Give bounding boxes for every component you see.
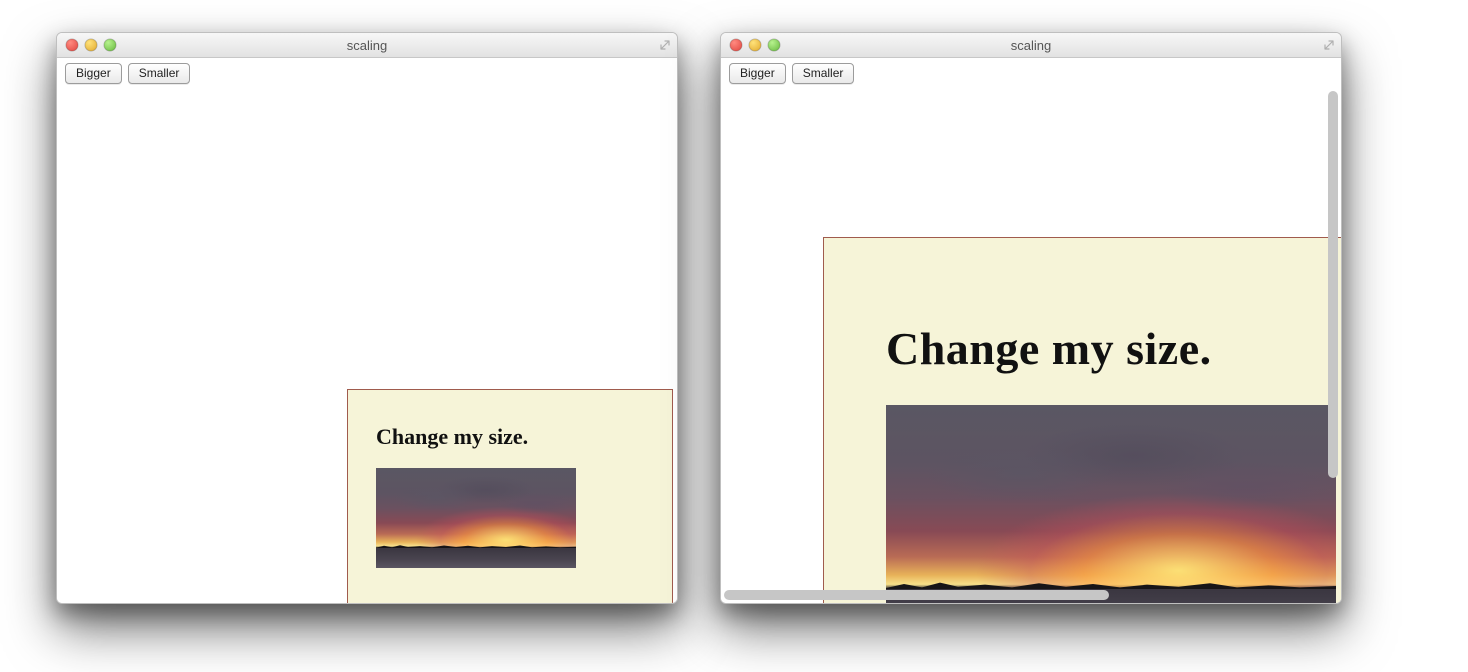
smaller-button[interactable]: Smaller [128,63,191,84]
bigger-button[interactable]: Bigger [729,63,786,84]
window-title: scaling [57,38,677,53]
minimize-icon[interactable] [85,39,97,51]
horizontal-scroll-thumb[interactable] [724,590,1109,600]
sunset-image [376,468,576,568]
vertical-scroll-thumb[interactable] [1328,91,1338,478]
minimize-icon[interactable] [749,39,761,51]
titlebar[interactable]: scaling [721,33,1341,58]
content-viewport: Change my size. [721,89,1341,603]
panel-heading: Change my size. [348,390,672,468]
panel-heading: Change my size. [824,238,1342,405]
scalable-panel: Change my size. [823,237,1342,604]
bigger-button[interactable]: Bigger [65,63,122,84]
resize-icon[interactable] [659,39,671,51]
app-window: scaling Bigger Smaller Change my size. [56,32,678,604]
scalable-panel: Change my size. [347,389,673,604]
resize-icon[interactable] [1323,39,1335,51]
window-title: scaling [721,38,1341,53]
vertical-scrollbar[interactable] [1328,91,1338,587]
titlebar[interactable]: scaling [57,33,677,58]
zoom-icon[interactable] [768,39,780,51]
close-icon[interactable] [66,39,78,51]
content-viewport: Change my size. [57,89,677,603]
zoom-icon[interactable] [104,39,116,51]
horizontal-scrollbar[interactable] [724,590,1325,600]
close-icon[interactable] [730,39,742,51]
sunset-image [886,405,1336,604]
app-window: scaling Bigger Smaller Change my size. [720,32,1342,604]
smaller-button[interactable]: Smaller [792,63,855,84]
